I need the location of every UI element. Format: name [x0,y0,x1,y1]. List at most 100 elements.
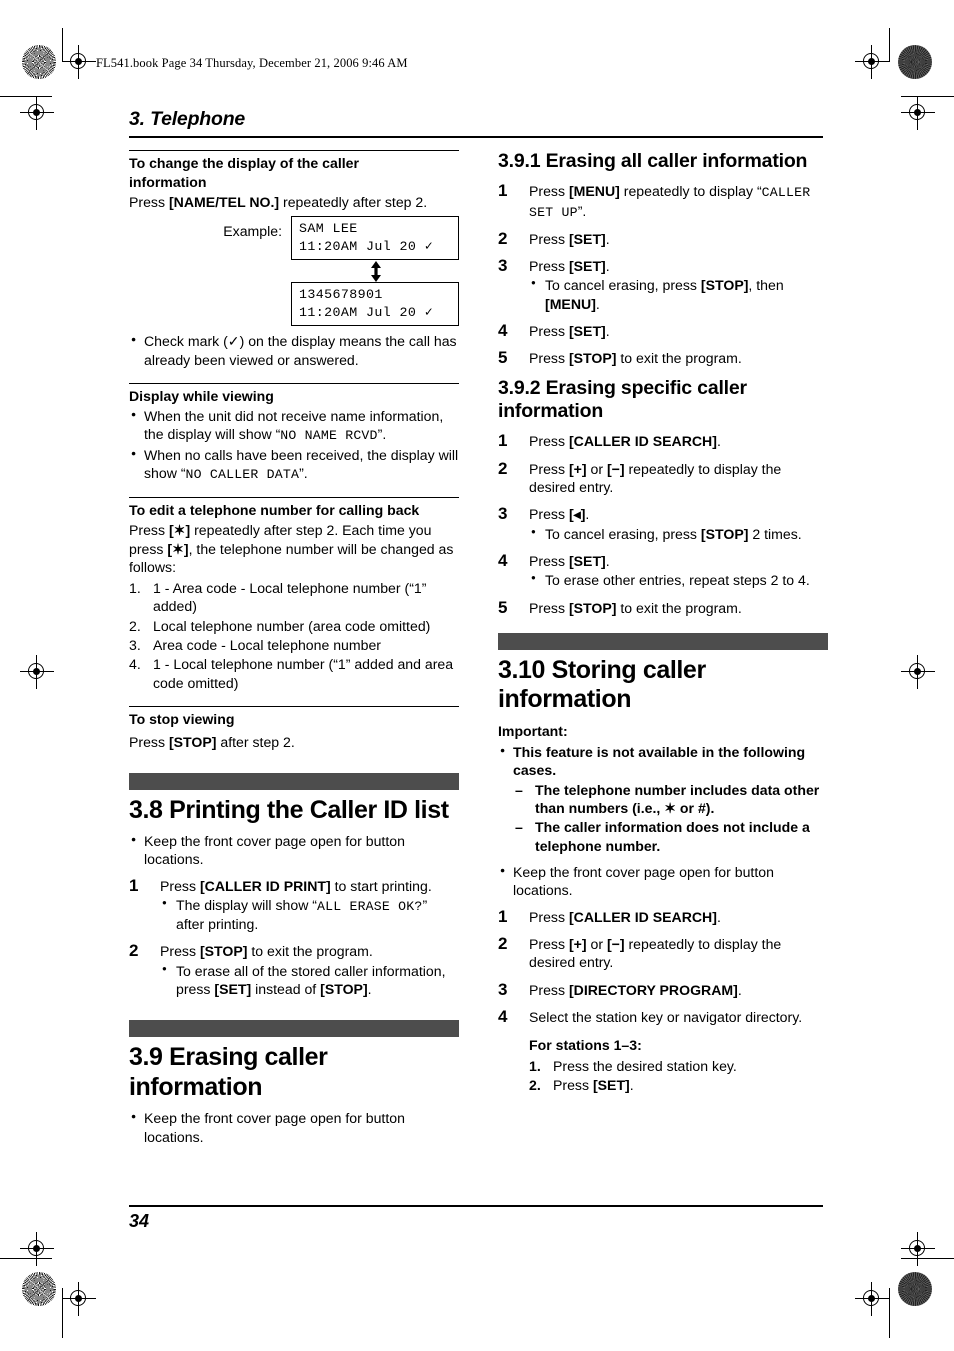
section-3-9-notes: Keep the front cover page open for butto… [129,1108,459,1146]
step-3-9-2-1-a: Press [529,433,569,450]
note-no-name-rcvd: When the unit did not receive name infor… [129,406,459,444]
step-3-9-1-3-b: . [605,258,610,275]
step-3-8-2-text-a: Press [160,943,200,960]
lcd-text-no-name-rcvd: NO NAME RCVD [280,428,378,444]
section-3-9-2: 3.9.2 Erasing specific caller informatio… [498,377,828,617]
bullet-3-9-1-3-b: , then [748,277,784,294]
bullet-3-8-2-c: . [367,981,372,998]
heading-display-while-viewing: Display while viewing [129,388,274,405]
stations-item-2-b: . [629,1076,634,1093]
registration-target-right-lower [901,655,935,689]
section-title-3-9: 3.9 Erasing caller information [129,1043,328,1101]
heading-edit-telephone-number: To edit a telephone number for calling b… [129,502,420,519]
section-3-8-notes: Keep the front cover page open for butto… [129,831,459,869]
important-bullets: This feature is not available in the fol… [498,742,828,780]
bullet-3-9-1-3-c: . [595,295,600,312]
stations-item-list: Press the desired station key. Press [SE… [529,1057,828,1095]
section-title-3-9-1: 3.9.1 Erasing all caller information [498,150,808,172]
step-number-3-9-1-1: 1 [498,181,508,201]
step-number-3-10-1: 1 [498,906,508,926]
stations-item-2-a: Press [553,1076,593,1093]
step-3-9-2-4-a: Press [529,552,569,569]
bullet-erase-all-stored: To erase all of the stored caller inform… [160,961,459,999]
crop-line-top-left-vertical [62,28,64,62]
important-label: Important: [498,722,568,739]
step-3-10-1-a: Press [529,908,569,925]
crop-line-right-bottom-horizontal [901,1258,954,1260]
step-3-8-2-bullets: To erase all of the stored caller inform… [160,961,459,999]
lcd-display-top: SAM LEE 11:20AM Jul 20 ✓ [291,216,459,261]
divider-above-display-change [129,150,459,152]
step-3-9-2-2: 2 Press [+] or [−] repeatedly to display… [498,459,828,497]
edit-option-2: Local telephone number (area code omitte… [129,617,431,636]
section-3-9: 3.9 Erasing caller information Keep the … [129,1020,459,1146]
crop-line-bottom-right-vertical [889,1288,891,1338]
stations-item-2: Press [SET]. [529,1076,828,1095]
step-3-9-1-1: 1 Press [MENU] repeatedly to display “CA… [498,181,828,220]
step-3-8-1: 1 Press [CALLER ID PRINT] to start print… [129,876,459,934]
note-no-caller-data: When no calls have been received, the di… [129,445,459,483]
step-3-9-2-5-b: to exit the program. [616,599,742,616]
lcd-text-all-erase-ok: ALL ERASE OK? [317,898,423,914]
lcd-stack: SAM LEE 11:20AM Jul 20 ✓ 1345678901 11:20A… [291,216,459,327]
lcd-top-line1: SAM LEE [299,221,358,237]
step-number-3-9-2-1: 1 [498,431,508,451]
step-3-9-2-4-bullets: To erase other entries, repeat steps 2 t… [529,570,828,589]
press-suffix: repeatedly after step 2. [279,193,428,210]
section-3-8: 3.8 Printing the Caller ID list Keep the… [129,772,459,999]
registration-target-right-upper [901,96,935,130]
step-3-10-2-a: Press [529,935,569,952]
block-change-display: To change the display of the caller info… [129,155,459,369]
crop-line-left-bottom-horizontal [0,1258,52,1260]
block-display-while-viewing: Display while viewing When the unit did … [129,388,459,483]
step-3-9-1-1-b: repeatedly to display “ [619,183,762,200]
stations-item-1: Press the desired station key. [529,1057,737,1076]
divider-above-stop-viewing [129,706,459,708]
registration-blob-bottom-left [22,1272,56,1306]
key-plus-3-10: [+] [568,935,587,952]
important-dash-1: The telephone number includes data other… [513,781,828,818]
key-minus-3-9-2: [−] [606,460,625,477]
key-stop-viewing: [STOP] [168,734,217,751]
lcd-display-bottom: 1345678901 11:20AM Jul 20 ✓ [291,282,459,327]
key-set-3-8-2: [SET] [214,981,252,998]
crop-line-right-upper-horizontal [901,96,954,98]
key-set-3-9-1-2: [SET] [568,230,606,247]
registration-blob-bottom-right [898,1272,932,1306]
registration-target-left-upper [20,96,54,130]
step-3-9-2-3: 3 Press [◂]. To cancel erasing, press [S… [498,504,828,543]
note-front-cover-3-8: Keep the front cover page open for butto… [129,831,459,869]
divider-above-edit-number [129,497,459,499]
step-3-9-1-2: 2 Press [SET]. [498,229,828,248]
step-number-3-9-1-3: 3 [498,256,508,276]
step-3-9-2-5: 5 Press [STOP] to exit the program. [498,598,828,617]
step-3-9-2-2-a: Press [529,460,569,477]
step-number-3-10-4: 4 [498,1006,508,1026]
left-column: To change the display of the caller info… [129,150,459,1147]
heading-stop-viewing: To stop viewing [129,711,235,728]
change-display-notes: Check mark (✓) on the display means the … [129,331,459,369]
key-stop-3-8-2: [STOP] [199,943,248,960]
bullet-3-8-1-a: The display will show “ [176,896,317,913]
step-number-3-9-2-3: 3 [498,504,508,524]
divider-above-display-viewing [129,383,459,385]
section-bar-3-10 [498,632,828,650]
step-3-8-1-text-a: Press [160,877,200,894]
step-3-9-2-5-a: Press [529,599,569,616]
change-display-instruction: Press [NAME/TEL NO.] repeatedly after st… [129,193,459,211]
step-3-8-2: 2 Press [STOP] to exit the program. To e… [129,941,459,999]
step-3-9-1-1-a: Press [529,183,569,200]
edit-option-1: 1 - Area code - Local telephone number (… [129,579,427,615]
section-3-10: 3.10 Storing caller information Importan… [498,632,828,1095]
registration-blob-top-left [22,45,56,79]
important-bullet-feature-unavailable: This feature is not available in the fol… [498,742,828,780]
example-label: Example: [223,223,282,240]
key-caller-id-search-2: [CALLER ID SEARCH] [568,908,717,925]
bullet-repeat-steps: To erase other entries, repeat steps 2 t… [529,570,828,589]
section-title-3-8: 3.8 Printing the Caller ID list [129,795,449,824]
bullet-3-9-2-3-a: To cancel erasing, press [545,525,701,542]
note-check-mark: Check mark (✓) on the display means the … [129,331,459,369]
step-3-8-1-text-b: to start printing. [330,877,432,894]
press-word: Press [129,193,169,210]
page-number: 34 [129,1211,150,1231]
